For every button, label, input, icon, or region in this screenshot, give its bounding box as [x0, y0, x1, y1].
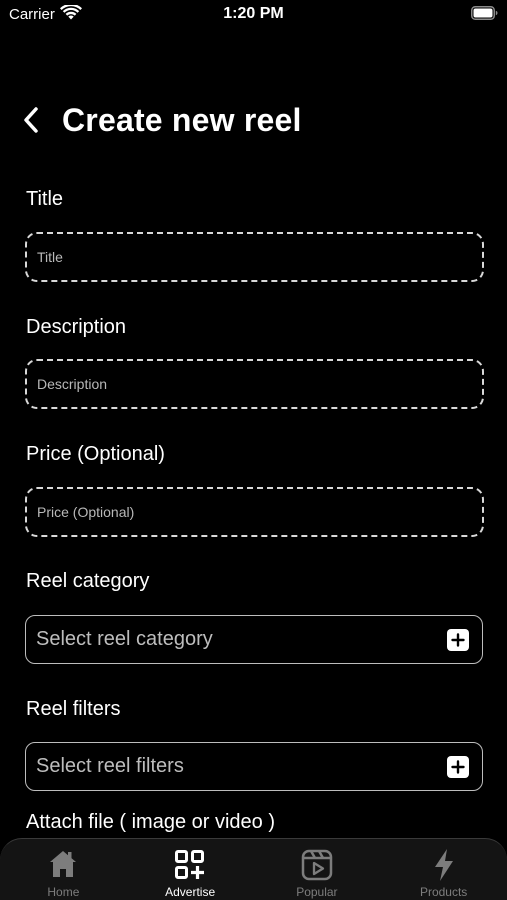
clock: 1:20 PM — [223, 5, 284, 22]
category-label: Reel category — [26, 570, 150, 592]
tab-advertise[interactable]: Advertise — [127, 839, 254, 900]
home-icon — [50, 851, 77, 877]
tab-popular[interactable]: Popular — [254, 839, 381, 900]
grid-plus-icon — [175, 850, 205, 879]
lightning-icon — [434, 849, 453, 881]
tab-home[interactable]: Home — [0, 839, 127, 900]
filters-placeholder: Select reel filters — [36, 755, 184, 777]
tab-products-label: Products — [419, 885, 468, 899]
add-category-icon[interactable] — [447, 628, 469, 651]
tab-home-label: Home — [47, 885, 80, 899]
title-input[interactable] — [25, 232, 484, 282]
tab-bar: Home Advertise Popular Products — [0, 838, 507, 900]
category-placeholder: Select reel category — [36, 628, 213, 650]
title-label: Title — [26, 188, 64, 210]
price-input[interactable] — [25, 487, 484, 537]
category-select[interactable]: Select reel category — [25, 615, 483, 664]
page-title: Create new reel — [62, 101, 302, 138]
price-label: Price (Optional) — [26, 443, 165, 465]
description-input[interactable] — [25, 359, 484, 409]
status-bar: Carrier 1:20 PM — [0, 0, 507, 30]
back-icon[interactable] — [22, 105, 46, 135]
add-filter-icon[interactable] — [447, 755, 469, 778]
battery-icon — [471, 6, 498, 20]
tab-products[interactable]: Products — [380, 839, 507, 900]
header: Create new reel — [22, 98, 302, 142]
filters-select[interactable]: Select reel filters — [25, 742, 483, 791]
description-label: Description — [26, 316, 127, 338]
attach-file-label: Attach file ( image or video ) — [26, 811, 275, 833]
tab-popular-label: Popular — [296, 885, 338, 899]
reel-play-icon — [301, 849, 333, 881]
tab-advertise-label: Advertise — [165, 885, 216, 899]
filters-label: Reel filters — [26, 698, 121, 720]
